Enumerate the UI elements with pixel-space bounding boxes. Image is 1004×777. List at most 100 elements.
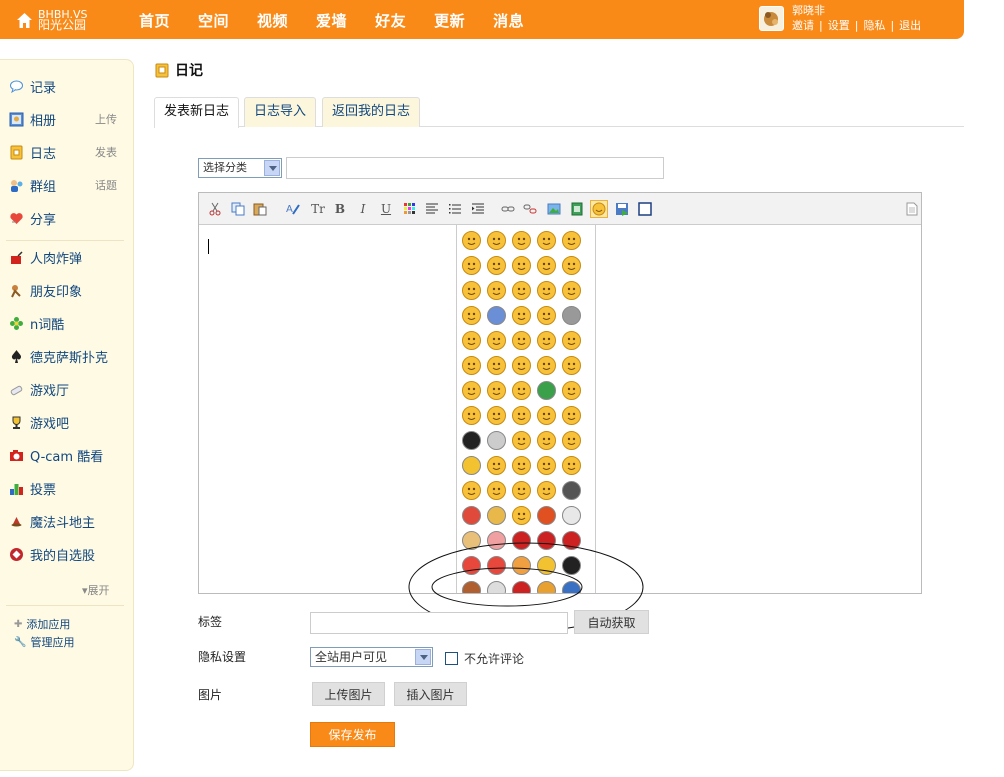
- sidebar-item-game-bar[interactable]: 游戏吧: [9, 411, 69, 433]
- nav-space[interactable]: 空间: [198, 10, 229, 31]
- cut-icon[interactable]: [206, 200, 224, 218]
- emoticon-item[interactable]: [487, 506, 506, 525]
- emoticon-item[interactable]: [462, 556, 481, 575]
- emoticon-item[interactable]: [537, 431, 556, 450]
- emoticon-item[interactable]: [512, 256, 531, 275]
- sidebar-item-groups[interactable]: 群组 话题: [9, 174, 117, 196]
- emoticon-item[interactable]: [537, 581, 556, 593]
- dropdown-arrow-icon[interactable]: [415, 649, 431, 665]
- emoticon-item[interactable]: [562, 406, 581, 425]
- format-icon[interactable]: A: [284, 200, 302, 218]
- emoticon-item[interactable]: [487, 431, 506, 450]
- emoticon-item[interactable]: [537, 506, 556, 525]
- insert-image-button[interactable]: 插入图片: [394, 682, 467, 706]
- add-app-link[interactable]: ✚ 添加应用: [14, 616, 70, 632]
- emoticon-item[interactable]: [537, 331, 556, 350]
- upload-image-button[interactable]: 上传图片: [312, 682, 385, 706]
- emoticon-item[interactable]: [512, 556, 531, 575]
- emoticon-item[interactable]: [512, 281, 531, 300]
- emoticon-item[interactable]: [487, 306, 506, 325]
- nav-messages[interactable]: 消息: [493, 10, 524, 31]
- sidebar-item-album[interactable]: 相册 上传: [9, 108, 117, 130]
- logout-link[interactable]: 退出: [899, 19, 921, 32]
- indent-icon[interactable]: [469, 200, 487, 218]
- video-icon[interactable]: [568, 200, 586, 218]
- emoticon-item[interactable]: [537, 231, 556, 250]
- emoticon-item[interactable]: [537, 356, 556, 375]
- emoticon-item[interactable]: [512, 456, 531, 475]
- tab-new-blog[interactable]: 发表新日志: [154, 97, 240, 128]
- emoticon-item[interactable]: [512, 581, 531, 593]
- expand-toggle[interactable]: ▾展开: [82, 582, 110, 598]
- sidebar-item-share[interactable]: 分享: [9, 207, 56, 229]
- unlink-icon[interactable]: [521, 200, 539, 218]
- emoticon-item[interactable]: [487, 456, 506, 475]
- source-icon[interactable]: [903, 200, 921, 218]
- sidebar-item-bomb[interactable]: 人肉炸弹: [9, 246, 82, 268]
- emoticon-item[interactable]: [537, 381, 556, 400]
- emoticon-item[interactable]: [462, 381, 481, 400]
- emoticon-item[interactable]: [487, 231, 506, 250]
- nav-love-wall[interactable]: 爱墙: [316, 10, 347, 31]
- tag-input[interactable]: [310, 612, 568, 634]
- emoticon-item[interactable]: [537, 481, 556, 500]
- align-icon[interactable]: [423, 200, 441, 218]
- nav-friends[interactable]: 好友: [375, 10, 406, 31]
- italic-icon[interactable]: I: [354, 200, 372, 218]
- avatar[interactable]: [759, 6, 784, 31]
- color-icon[interactable]: [401, 200, 419, 218]
- manage-app-link[interactable]: 🔧 管理应用: [14, 634, 74, 650]
- emoticon-item[interactable]: [562, 356, 581, 375]
- emoticon-item[interactable]: [487, 581, 506, 593]
- emoticon-item[interactable]: [462, 506, 481, 525]
- emoticon-item[interactable]: [562, 531, 581, 550]
- no-comment-checkbox-row[interactable]: 不允许评论: [445, 650, 524, 667]
- nav-video[interactable]: 视频: [257, 10, 288, 31]
- copy-icon[interactable]: [229, 200, 247, 218]
- emoticon-item[interactable]: [537, 256, 556, 275]
- emoticon-item[interactable]: [537, 281, 556, 300]
- site-logo[interactable]: BHBH.VS 阳光公园: [16, 9, 87, 31]
- nav-home[interactable]: 首页: [139, 10, 170, 31]
- tab-import-blog[interactable]: 日志导入: [244, 97, 317, 127]
- emoticon-item[interactable]: [512, 531, 531, 550]
- emoticon-item[interactable]: [487, 356, 506, 375]
- settings-link[interactable]: 设置: [828, 19, 850, 32]
- sidebar-item-poker[interactable]: 德克萨斯扑克: [9, 345, 108, 367]
- emoticon-item[interactable]: [562, 381, 581, 400]
- emoticon-item[interactable]: [562, 581, 581, 593]
- emoticon-item[interactable]: [462, 581, 481, 593]
- category-select[interactable]: 选择分类: [198, 158, 282, 178]
- emoticon-item[interactable]: [537, 406, 556, 425]
- emoticon-item[interactable]: [512, 431, 531, 450]
- privacy-select[interactable]: 全站用户可见: [310, 647, 433, 667]
- auto-fetch-button[interactable]: 自动获取: [574, 610, 649, 634]
- emoticon-item[interactable]: [537, 306, 556, 325]
- emoticon-item[interactable]: [562, 231, 581, 250]
- emoticon-item[interactable]: [562, 456, 581, 475]
- dropdown-arrow-icon[interactable]: [264, 160, 280, 176]
- emoticon-item[interactable]: [562, 256, 581, 275]
- link-icon[interactable]: [499, 200, 517, 218]
- sidebar-item-vote[interactable]: 投票: [9, 477, 56, 499]
- topics-link[interactable]: 话题: [95, 177, 135, 193]
- emoticon-item[interactable]: [462, 356, 481, 375]
- bold-icon[interactable]: B: [331, 200, 349, 218]
- save-icon[interactable]: [613, 200, 631, 218]
- sidebar-item-blog[interactable]: 日志 发表: [9, 141, 117, 163]
- emoticon-item[interactable]: [487, 331, 506, 350]
- fullscreen-icon[interactable]: [636, 200, 654, 218]
- emoticon-item[interactable]: [462, 256, 481, 275]
- emoticon-item[interactable]: [562, 481, 581, 500]
- emoticon-item[interactable]: [462, 531, 481, 550]
- emoticon-item[interactable]: [512, 231, 531, 250]
- emoticon-item[interactable]: [462, 481, 481, 500]
- emoticon-item[interactable]: [512, 406, 531, 425]
- font-size-icon[interactable]: Tr: [309, 200, 327, 218]
- emoticon-item[interactable]: [537, 531, 556, 550]
- sidebar-item-ncool[interactable]: n词酷: [9, 312, 64, 334]
- emoticon-item[interactable]: [462, 456, 481, 475]
- sidebar-item-record[interactable]: 记录: [9, 75, 56, 97]
- sidebar-item-game-hall[interactable]: 游戏厅: [9, 378, 69, 400]
- emoticon-item[interactable]: [562, 306, 581, 325]
